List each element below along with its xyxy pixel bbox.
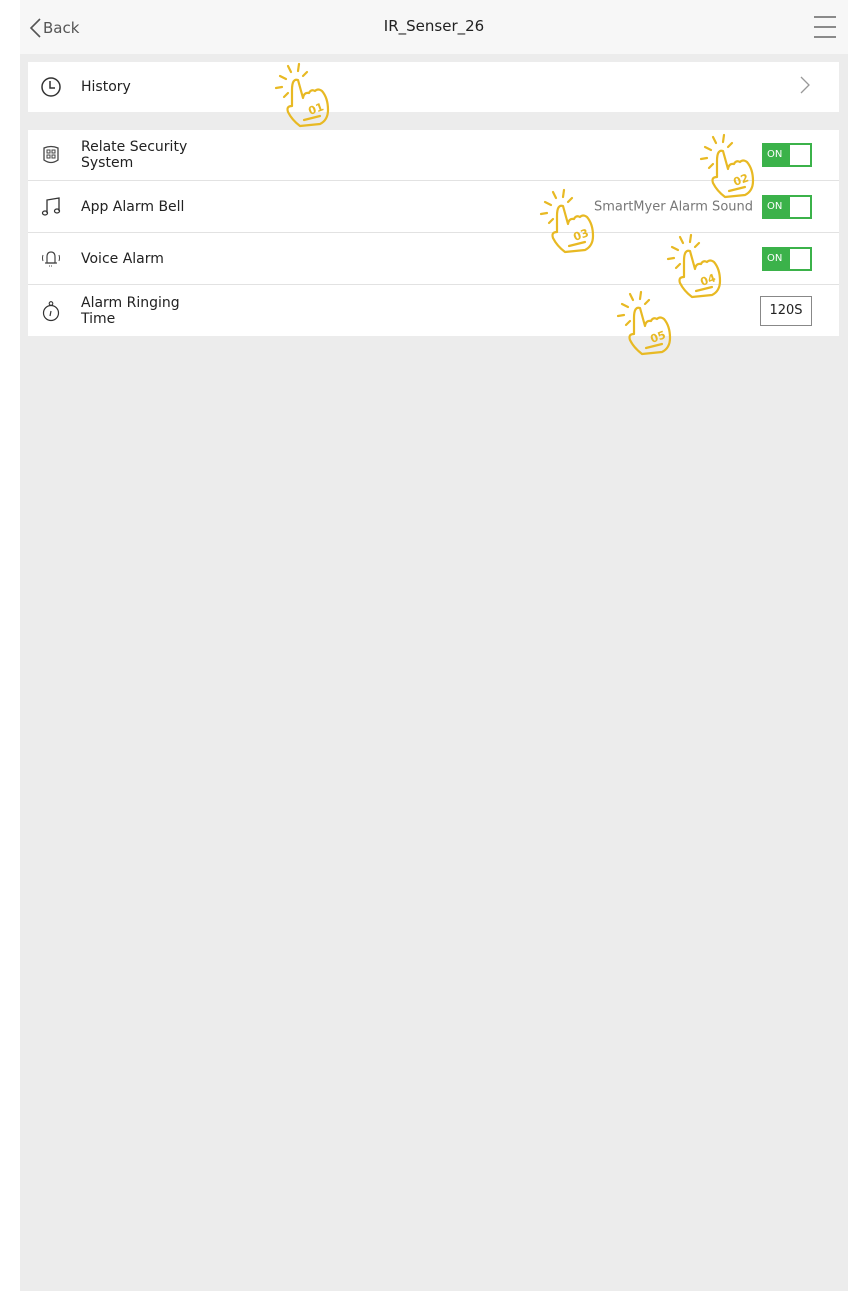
alarm-ringing-time-label: Alarm Ringing Time: [81, 294, 180, 327]
tap-hand-annotation-icon: 05: [616, 290, 672, 356]
hamburger-menu-icon[interactable]: [812, 14, 838, 40]
annotation-number: 03: [572, 226, 591, 243]
toggle-on-text: ON: [767, 252, 783, 264]
toggle-knob: [790, 196, 810, 217]
toggle-knob: [790, 145, 810, 165]
history-row[interactable]: History: [28, 62, 839, 112]
stopwatch-icon: [40, 300, 62, 322]
top-navigation-bar: Back IR_Senser_26: [20, 0, 848, 54]
tap-hand-annotation-icon: 01: [274, 62, 330, 128]
annotation-number: 05: [649, 328, 668, 345]
annotation-number: 01: [307, 100, 326, 117]
page-title: IR_Senser_26: [383, 17, 485, 35]
clock-icon: [40, 76, 62, 98]
ringing-time-input[interactable]: 120S: [760, 295, 812, 326]
security-panel-icon: [40, 144, 62, 166]
tap-hand-annotation-icon: 03: [539, 188, 595, 254]
chevron-right-icon: [799, 75, 811, 99]
voice-alarm-label: Voice Alarm: [81, 250, 164, 267]
screen: Back IR_Senser_26 History Relate Securit…: [20, 0, 848, 1291]
relate-security-label: Relate Security System: [81, 139, 188, 171]
music-note-icon: [40, 196, 62, 218]
toggle-knob: [790, 248, 810, 269]
tap-hand-annotation-icon: 02: [699, 133, 755, 199]
bell-ringing-icon: [40, 248, 62, 270]
history-group: History: [28, 62, 839, 112]
history-label: History: [81, 79, 131, 95]
app-alarm-bell-label: App Alarm Bell: [81, 198, 185, 215]
annotation-number: 02: [732, 171, 751, 188]
voice-alarm-toggle[interactable]: ON: [762, 246, 812, 271]
annotation-number: 04: [699, 271, 718, 289]
